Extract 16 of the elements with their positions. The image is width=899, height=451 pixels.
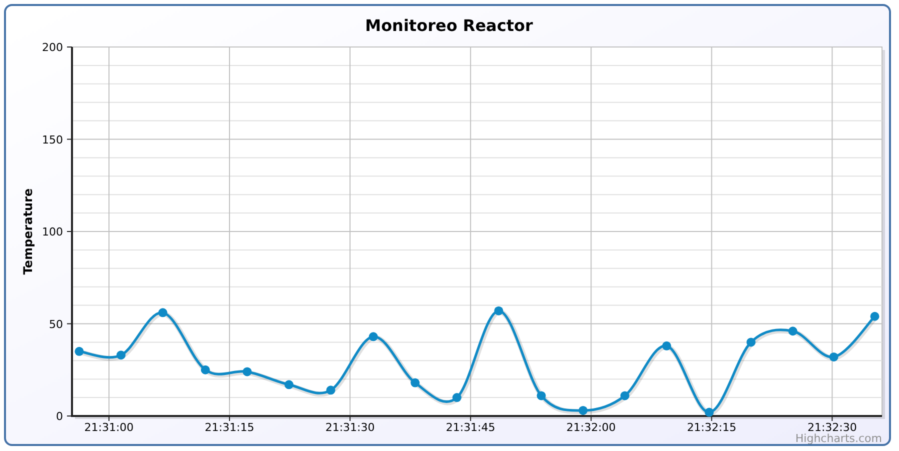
y-axis-title: Temperature [21, 188, 35, 275]
y-tick-label: 50 [49, 318, 63, 331]
x-tick-label: 21:31:00 [84, 421, 134, 434]
y-tick-label: 100 [42, 226, 63, 238]
y-tick-label: 150 [42, 133, 63, 146]
y-tick-label: 200 [42, 41, 63, 54]
x-tick-label: 21:32:15 [686, 421, 736, 434]
data-point[interactable] [704, 408, 714, 417]
x-tick-label: 21:31:15 [204, 421, 254, 434]
x-tick-label: 21:31:45 [446, 421, 496, 434]
x-tick-label: 21:32:00 [566, 421, 616, 434]
y-tick-label: 0 [56, 410, 63, 423]
x-tick-label: 21:31:30 [325, 421, 375, 434]
chart-title: Monitoreo Reactor [365, 16, 533, 35]
credit-link[interactable]: Highcharts.com [795, 432, 882, 444]
x-tick-label: 21:32:30 [807, 421, 857, 434]
